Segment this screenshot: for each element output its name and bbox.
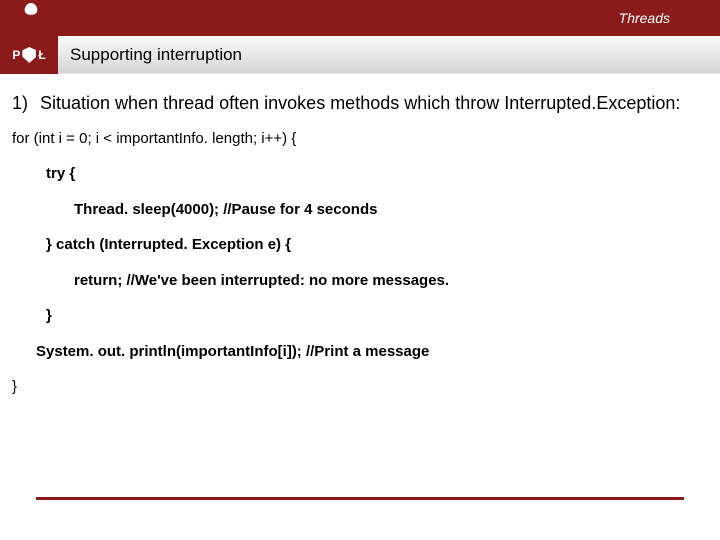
code-line: } catch (Interrupted. Exception e) { <box>46 235 698 255</box>
code-line: Thread. sleep(4000); //Pause for 4 secon… <box>74 200 698 220</box>
subheading-row: P Ł Supporting interruption <box>0 36 720 74</box>
footer-divider <box>36 497 684 500</box>
logo-box: P Ł <box>0 36 58 74</box>
top-banner: Threads <box>0 0 720 36</box>
code-line: for (int i = 0; i < importantInfo. lengt… <box>12 129 698 149</box>
logo-letter-right: Ł <box>38 48 45 62</box>
code-line: System. out. println(importantInfo[i]); … <box>36 342 698 362</box>
code-line: } <box>12 377 698 397</box>
list-marker: 1) <box>12 92 40 115</box>
list-text: Situation when thread often invokes meth… <box>40 92 698 115</box>
header-topic: Threads <box>619 10 670 26</box>
list-item: 1) Situation when thread often invokes m… <box>12 92 698 115</box>
code-line: } <box>46 306 698 326</box>
slide-subtitle: Supporting interruption <box>58 36 720 73</box>
shield-icon <box>22 47 36 63</box>
code-line: try { <box>46 164 698 184</box>
eagle-emblem-icon <box>22 2 40 16</box>
code-line: return; //We've been interrupted: no mor… <box>74 271 698 291</box>
code-block: for (int i = 0; i < importantInfo. lengt… <box>12 129 698 397</box>
slide-content: 1) Situation when thread often invokes m… <box>0 74 720 397</box>
logo-letter-left: P <box>12 48 20 62</box>
